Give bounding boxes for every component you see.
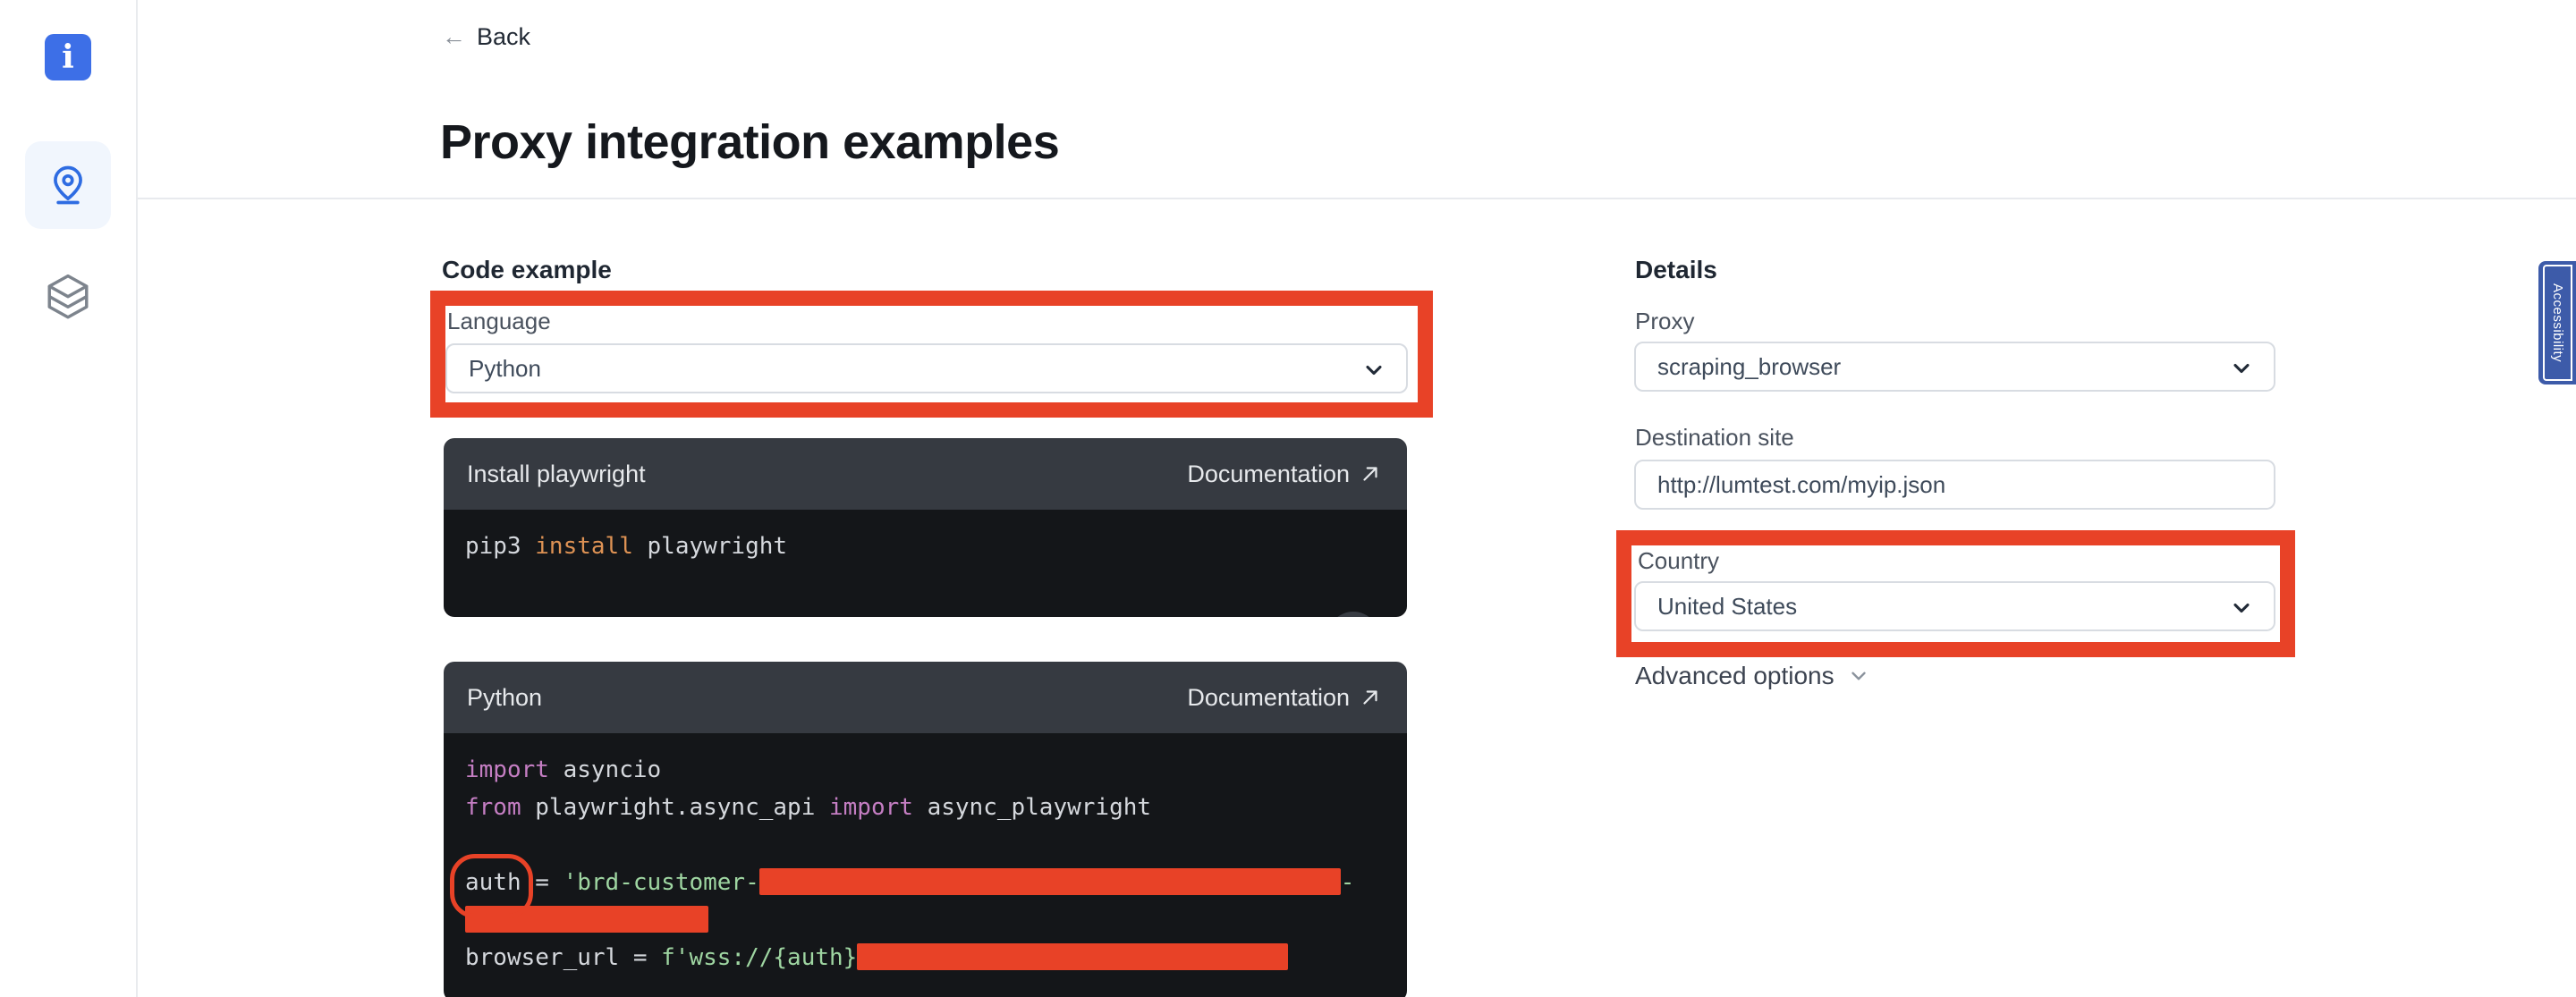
- language-select-value: Python: [469, 355, 541, 383]
- copy-button[interactable]: [1327, 612, 1379, 617]
- code-line: from playwright.async_api import async_p…: [465, 789, 1407, 826]
- external-link-arrow-icon: [1359, 686, 1382, 709]
- country-label: Country: [1638, 547, 1719, 575]
- proxy-select[interactable]: scraping_browser: [1634, 342, 2275, 392]
- advanced-options-toggle[interactable]: Advanced options: [1635, 662, 1870, 690]
- proxy-select-value: scraping_browser: [1657, 353, 1841, 381]
- destination-site-label: Destination site: [1635, 424, 1794, 452]
- proxy-integration-page: i ← Back Proxy integration examples Code…: [0, 0, 2576, 997]
- title-divider: [138, 198, 2576, 199]
- code-token: =: [521, 869, 564, 896]
- python-documentation-link[interactable]: Documentation: [1187, 684, 1382, 712]
- info-icon[interactable]: i: [45, 34, 91, 80]
- country-select[interactable]: United States: [1634, 581, 2275, 631]
- code-token: install: [535, 533, 633, 560]
- annotated-code-token: auth: [465, 864, 521, 901]
- back-arrow-icon: ←: [442, 23, 466, 51]
- python-block-title: Python: [467, 684, 542, 712]
- back-button[interactable]: ← Back: [442, 23, 530, 51]
- destination-site-value: http://lumtest.com/myip.json: [1657, 471, 1945, 499]
- code-example-heading: Code example: [442, 256, 612, 284]
- external-link-arrow-icon: [1359, 462, 1382, 486]
- python-code-block: Python Documentation import asynciofrom …: [444, 662, 1407, 997]
- code-line: import asyncio: [465, 751, 1407, 789]
- code-token: import: [465, 756, 549, 783]
- sidebar-item-datasets[interactable]: [39, 268, 97, 329]
- language-label: Language: [447, 308, 551, 335]
- proxy-label: Proxy: [1635, 308, 1694, 335]
- chevron-down-icon: [1361, 358, 1386, 383]
- code-line: pip3 install playwright: [465, 528, 1407, 565]
- redaction-bar: [759, 868, 1341, 895]
- details-heading: Details: [1635, 256, 1717, 284]
- code-line: [465, 826, 1407, 864]
- code-token: async_playwright: [913, 794, 1151, 821]
- install-code-body: pip3 install playwright: [444, 510, 1407, 617]
- install-documentation-link[interactable]: Documentation: [1187, 460, 1382, 488]
- install-block-title: Install playwright: [467, 460, 646, 488]
- code-token: asyncio: [549, 756, 661, 783]
- code-token: browser_url: [465, 944, 619, 971]
- code-token: playwright: [633, 533, 787, 560]
- code-token: pip3: [465, 533, 535, 560]
- code-token: f'wss://{auth}: [661, 944, 857, 971]
- sidebar: i: [0, 0, 138, 997]
- chevron-down-icon: [2229, 356, 2254, 381]
- code-token: -: [1341, 869, 1355, 896]
- language-select[interactable]: Python: [445, 343, 1408, 393]
- code-line: [465, 901, 1407, 939]
- layers-icon: [43, 272, 93, 325]
- location-pin-icon: [45, 162, 91, 208]
- page-title: Proxy integration examples: [440, 114, 1059, 170]
- code-line: auth = 'brd-customer- -: [465, 864, 1407, 901]
- python-code-body: import asynciofrom playwright.async_api …: [444, 733, 1407, 997]
- accessibility-label: Accessibility: [2550, 283, 2565, 362]
- code-token: import: [829, 794, 913, 821]
- redaction-bar: [857, 943, 1288, 970]
- code-token: =: [619, 944, 661, 971]
- sidebar-item-proxies[interactable]: [25, 141, 111, 229]
- code-token: playwright.async_api: [521, 794, 829, 821]
- accessibility-tab[interactable]: Accessibility: [2538, 261, 2576, 384]
- code-token: from: [465, 794, 521, 821]
- back-label: Back: [477, 23, 530, 51]
- country-select-value: United States: [1657, 593, 1797, 621]
- code-token: 'brd-customer-: [564, 869, 759, 896]
- redaction-bar: [465, 906, 708, 933]
- chevron-down-icon: [1847, 664, 1870, 688]
- chevron-down-icon: [2229, 596, 2254, 621]
- code-line: browser_url = f'wss://{auth}: [465, 939, 1407, 976]
- destination-site-input[interactable]: http://lumtest.com/myip.json: [1634, 460, 2275, 510]
- install-code-block: Install playwright Documentation pip3 in…: [444, 438, 1407, 617]
